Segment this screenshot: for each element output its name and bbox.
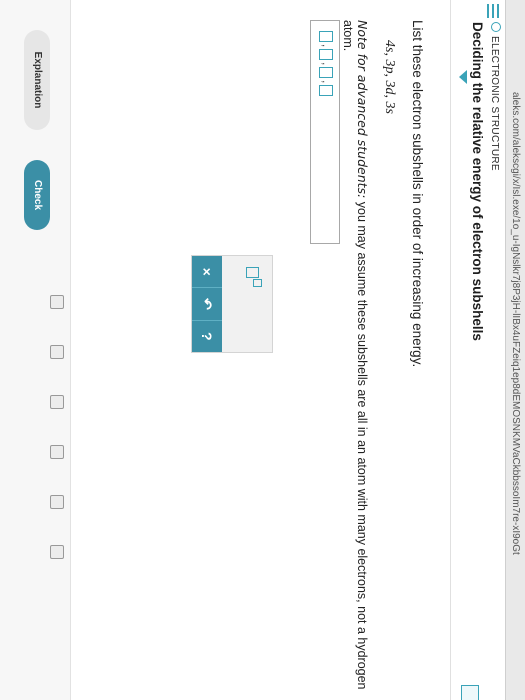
page-title: Deciding the relative energy of electron… — [470, 22, 485, 341]
answer-slot-1[interactable] — [319, 31, 333, 42]
taskbar-icons — [50, 295, 64, 559]
taskbar-icon[interactable] — [50, 545, 64, 559]
answer-separator: , — [320, 62, 332, 66]
palette-action-row: × ↶ ? — [192, 256, 222, 352]
taskbar-icon[interactable] — [50, 445, 64, 459]
taskbar-icon[interactable] — [50, 395, 64, 409]
aleks-page: aleks.com/alekscgi/x/Isl.exe/1o_u-IgNslk… — [0, 0, 525, 700]
math-tool-palette: × ↶ ? — [191, 255, 273, 353]
answer-slot-2[interactable] — [319, 49, 333, 61]
explanation-button[interactable]: Explanation — [24, 30, 50, 130]
taskbar-icon[interactable] — [50, 295, 64, 309]
topic-label: ELECTRONIC STRUCTURE — [489, 22, 501, 171]
help-icon[interactable]: ? — [192, 321, 222, 352]
collapse-caret-icon[interactable] — [459, 70, 467, 84]
answer-slot-3[interactable] — [319, 67, 333, 79]
answer-slot-4[interactable] — [319, 85, 333, 97]
answer-input-box[interactable]: , , , — [310, 20, 340, 244]
side-panel-tab[interactable] — [461, 685, 479, 700]
taskbar-icon[interactable] — [50, 345, 64, 359]
footer-bar: Explanation Check — [0, 0, 71, 700]
undo-icon[interactable]: ↶ — [192, 288, 222, 321]
taskbar-icon[interactable] — [50, 495, 64, 509]
advanced-note: Note for advanced students: you may assu… — [341, 20, 370, 700]
check-button[interactable]: Check — [24, 160, 50, 230]
assignment-header: ELECTRONIC STRUCTURE Deciding the relati… — [450, 0, 505, 700]
subshell-list: 4s, 3p, 3d, 3s — [382, 40, 397, 114]
question-instruction: List these electron subshells in order o… — [410, 20, 425, 368]
superscript-template-icon[interactable] — [240, 262, 268, 294]
browser-url-bar[interactable]: aleks.com/alekscgi/x/Isl.exe/1o_u-IgNslk… — [505, 0, 525, 700]
clear-icon[interactable]: × — [192, 256, 222, 289]
answer-separator: , — [320, 44, 332, 48]
answer-slot-sequence: , , , — [319, 31, 333, 97]
menu-icon[interactable] — [487, 4, 499, 18]
advanced-note-label: Note for advanced students: — [355, 20, 370, 199]
answer-separator: , — [320, 80, 332, 84]
topic-circle-icon — [491, 22, 501, 32]
